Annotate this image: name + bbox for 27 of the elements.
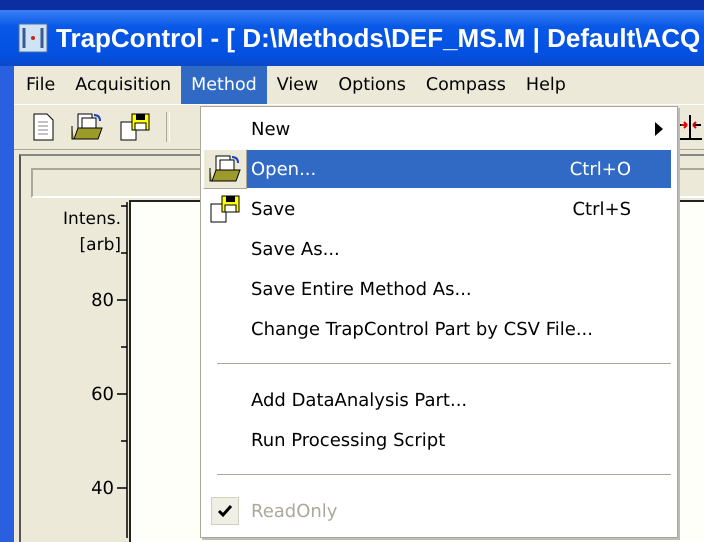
- checkmark-icon: [217, 504, 233, 518]
- axis-title: Intens.: [63, 209, 121, 229]
- menu-bar-item[interactable]: View: [266, 66, 328, 104]
- app-icon: [18, 23, 48, 53]
- menu-item[interactable]: New: [247, 110, 671, 148]
- menu-bar-item[interactable]: Compass: [416, 66, 516, 104]
- tick-label: 40: [91, 478, 114, 499]
- save-icon[interactable]: [208, 194, 242, 224]
- menu-item[interactable]: Open... Ctrl+O: [247, 150, 671, 188]
- tick-label: 60: [91, 384, 114, 405]
- menu-item[interactable]: Save Entire Method As...: [247, 270, 671, 308]
- menu-item[interactable]: Save As...: [247, 230, 671, 268]
- window-title: TrapControl - [ D:\Methods\DEF_MS.M | Default\ACQ: [56, 22, 700, 54]
- open-folder-icon[interactable]: [70, 112, 104, 142]
- menu-item[interactable]: Run Processing Script: [247, 421, 671, 459]
- axis-title: [arb]: [80, 235, 121, 255]
- menu-item[interactable]: Save Ctrl+S: [247, 190, 671, 228]
- save-icon[interactable]: [118, 112, 152, 142]
- open-folder-icon[interactable]: [208, 154, 242, 184]
- menu-bar-item[interactable]: File: [16, 66, 66, 104]
- menu-item[interactable]: Add DataAnalysis Part...: [247, 381, 671, 419]
- menu-bar-item[interactable]: Acquisition: [65, 66, 182, 104]
- menu-bar-item[interactable]: Help: [516, 66, 576, 104]
- menu-item[interactable]: Change TrapControl Part by CSV File...: [247, 310, 671, 348]
- tick-label: 80: [91, 290, 114, 311]
- menu-bar-item[interactable]: Method: [181, 66, 267, 104]
- menu-bar-item[interactable]: Options: [328, 66, 416, 104]
